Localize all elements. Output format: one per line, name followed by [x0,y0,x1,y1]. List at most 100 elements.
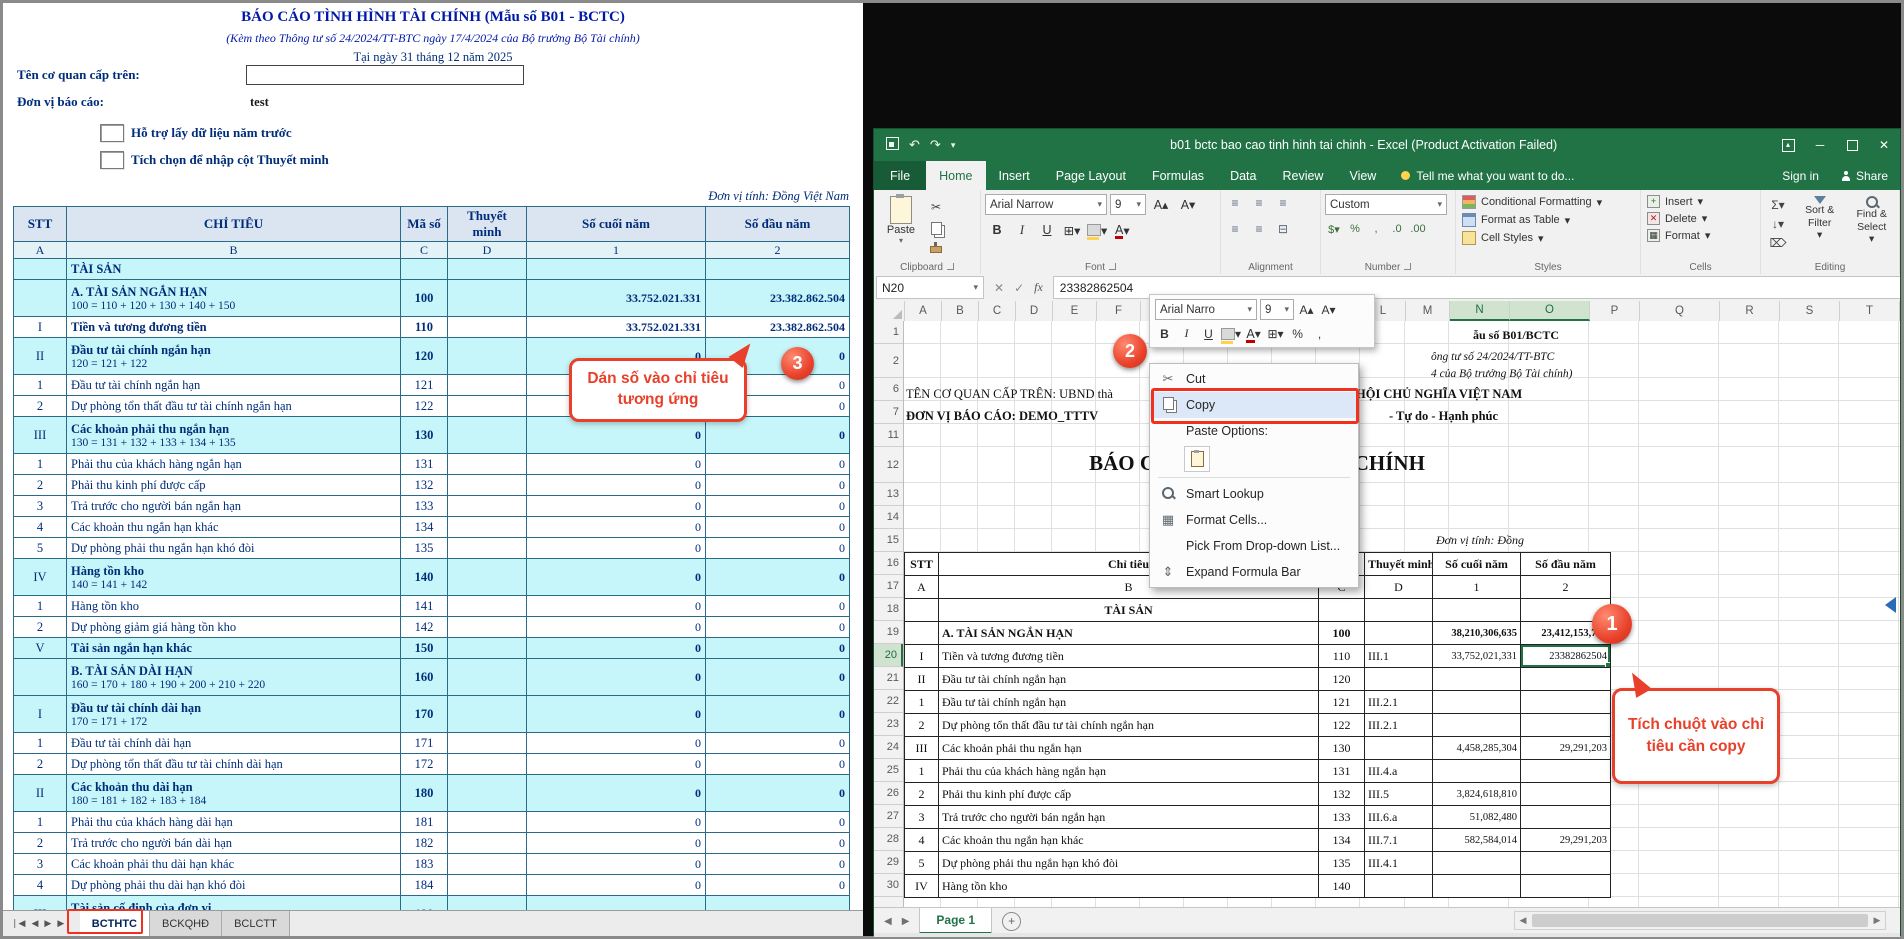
xl-cell[interactable]: TÀI SẢN [939,599,1319,622]
xl-cell[interactable] [1365,875,1433,898]
bold-button[interactable]: B [985,220,1009,240]
xl-cell[interactable]: 122 [1319,714,1365,737]
row-header-26[interactable]: 26 [874,782,903,805]
form-tab-bcthtc[interactable]: BCTHTC [80,911,150,936]
mini-bold-button[interactable]: B [1155,324,1174,343]
cell-note[interactable] [448,317,527,338]
cell-end[interactable]: 0 [527,754,706,775]
xl-cell[interactable]: 1 [905,691,939,714]
cell-start[interactable] [706,259,850,280]
row-header-6[interactable]: 6 [874,378,903,401]
cell-end[interactable]: 0 [527,496,706,517]
notes-column-checkbox[interactable] [100,151,124,169]
cell-start[interactable]: 0 [706,496,850,517]
column-header-M[interactable]: M [1406,301,1450,321]
xl-cell[interactable]: 130 [1319,737,1365,760]
row-header-25[interactable]: 25 [874,759,903,782]
decrease-decimal-icon[interactable]: .00 [1409,220,1427,238]
row-header-21[interactable]: 21 [874,667,903,690]
xl-cell[interactable]: III.5 [1365,783,1433,806]
new-sheet-icon[interactable]: + [1002,912,1021,931]
xl-cell[interactable] [1521,668,1611,691]
xl-cell[interactable] [1433,875,1521,898]
cell-start[interactable]: 0 [706,559,850,596]
cell-start[interactable]: 0 [706,833,850,854]
format-cells-button[interactable]: ▦Format ▾ [1645,228,1756,243]
cell-end[interactable]: 0 [527,538,706,559]
xl-cell[interactable]: I [905,645,939,668]
xl-cell[interactable] [1521,875,1611,898]
ribbon-tab-insert[interactable]: Insert [986,161,1043,190]
cell-start[interactable]: 0 [706,733,850,754]
xl-cell[interactable]: Dự phòng tổn thất đầu tư tài chính ngắn … [939,714,1319,737]
font-color-icon[interactable]: A▾ [1110,220,1134,240]
row-header-28[interactable]: 28 [874,828,903,851]
xl-cell[interactable]: II [905,668,939,691]
cell-note[interactable] [448,854,527,875]
ribbon-tab-page-layout[interactable]: Page Layout [1043,161,1139,190]
xl-cell[interactable]: 1 [905,760,939,783]
xl-cell[interactable]: 131 [1319,760,1365,783]
font-name-combo[interactable]: Arial Narrow▾ [985,194,1107,215]
sheet-tab-page1[interactable]: Page 1 [919,908,992,934]
scroll-right-icon[interactable]: ▶ [1869,915,1885,926]
row-header-29[interactable]: 29 [874,851,903,874]
find-select-button[interactable]: Find & Select▾ [1848,194,1895,260]
xl-cell[interactable]: Đầu tư tài chính ngắn hạn [939,691,1319,714]
italic-button[interactable]: I [1010,220,1034,240]
row-header-18[interactable]: 18 [874,598,903,621]
scrollbar-thumb[interactable] [1532,914,1868,927]
xl-cell[interactable]: III.1 [1365,645,1433,668]
xl-cell[interactable]: Trả trước cho người bán ngắn hạn [939,806,1319,829]
menu-item-cut[interactable]: ✂Cut [1150,366,1358,392]
cell-end[interactable] [527,259,706,280]
ribbon-tab-home[interactable]: Home [926,161,985,190]
cell-end[interactable]: 0 [527,417,706,454]
cut-button[interactable]: ✂ [924,198,948,216]
xl-cell[interactable] [1521,714,1611,737]
copy-button[interactable] [924,219,948,237]
close-icon[interactable]: ✕ [1868,129,1900,161]
xl-cell[interactable]: 134 [1319,829,1365,852]
insert-function-icon[interactable]: fx [1034,280,1043,295]
xl-cell[interactable]: 38,210,306,635 [1433,622,1521,645]
xl-cell[interactable]: 3 [905,806,939,829]
paste-option-button[interactable] [1184,446,1210,472]
next-sheet-icon[interactable]: ▶ [902,916,910,927]
cell-start[interactable]: 0 [706,659,850,696]
cell-note[interactable] [448,775,527,812]
column-header-D[interactable]: D [1016,301,1053,321]
xl-cell[interactable]: 100 [1319,622,1365,645]
conditional-formatting-button[interactable]: Conditional Formatting ▾ [1460,194,1636,210]
cell-note[interactable] [448,338,527,375]
worksheet-grid[interactable]: ẫu số B01/BCTC ông tư số 24/2024/TT-BTC … [904,321,1900,907]
fill-icon[interactable]: ↓▾ [1765,215,1791,232]
cell-end[interactable]: 0 [527,833,706,854]
xl-cell[interactable]: 582,584,014 [1433,829,1521,852]
row-header-13[interactable]: 13 [874,483,903,506]
prev-year-checkbox[interactable] [100,124,124,142]
xl-cell[interactable] [1365,668,1433,691]
cell-note[interactable] [448,696,527,733]
xl-cell[interactable]: IV [905,875,939,898]
menu-item-paste-options[interactable]: Paste Options: [1150,418,1358,444]
xl-cell[interactable]: A. TÀI SẢN NGẮN HẠN [939,622,1319,645]
delete-cells-button[interactable]: ✕Delete ▾ [1645,211,1756,226]
cell-start[interactable]: 23.382.862.504 [706,280,850,317]
cell-start[interactable]: 0 [706,417,850,454]
row-header-2[interactable]: 2 [874,344,903,378]
row-header-1[interactable]: 1 [874,321,903,344]
last-sheet-icon[interactable]: ▶❘ [57,918,71,929]
xl-cell[interactable]: III.4.1 [1365,852,1433,875]
accounting-format-icon[interactable]: $▾ [1325,220,1343,238]
xl-cell[interactable] [1319,599,1365,622]
cell-end[interactable]: 0 [527,559,706,596]
menu-item-smart-lookup[interactable]: Smart Lookup [1150,481,1358,507]
mini-font-size-combo[interactable]: 9▾ [1260,299,1294,320]
cell-start[interactable]: 0 [706,875,850,896]
form-tab-bckqhđ[interactable]: BCKQHĐ [150,911,222,936]
cell-note[interactable] [448,833,527,854]
ribbon-display-options-icon[interactable]: ▴ [1772,129,1804,161]
cell-note[interactable] [448,496,527,517]
scroll-left-icon[interactable]: ◀ [1515,915,1531,926]
